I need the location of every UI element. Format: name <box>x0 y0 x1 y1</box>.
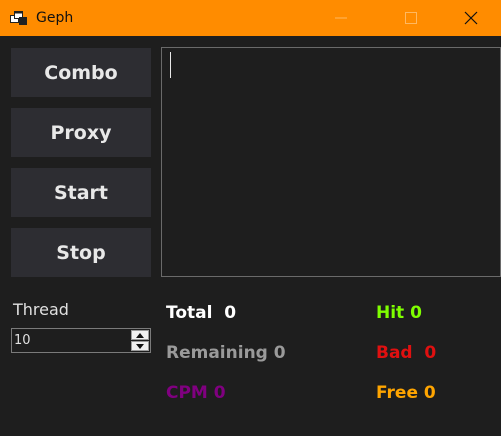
title-bar[interactable]: Geph <box>0 0 501 36</box>
thread-input[interactable] <box>14 331 128 350</box>
thread-decrement-button[interactable] <box>131 341 149 351</box>
minimize-button[interactable] <box>318 0 364 36</box>
free-count: Free 0 <box>376 383 436 403</box>
thread-increment-button[interactable] <box>131 330 149 340</box>
text-caret <box>170 52 171 78</box>
close-button[interactable] <box>448 0 494 36</box>
stop-button[interactable]: Stop <box>11 228 151 277</box>
total-count: Total 0 <box>166 303 237 323</box>
minimize-icon <box>335 17 347 19</box>
cpm-count: CPM 0 <box>166 383 226 403</box>
proxy-button[interactable]: Proxy <box>11 108 151 157</box>
hit-count: Hit 0 <box>376 303 422 323</box>
combo-button[interactable]: Combo <box>11 48 151 97</box>
main-window: Geph Combo Proxy Start Stop Thread 10 To… <box>0 0 501 436</box>
maximize-button[interactable] <box>388 0 434 36</box>
close-icon <box>464 11 478 25</box>
maximize-icon <box>405 12 417 24</box>
window-title: Geph <box>36 10 74 26</box>
thread-label: Thread <box>13 300 69 319</box>
log-textarea[interactable] <box>161 47 501 277</box>
start-button[interactable]: Start <box>11 168 151 217</box>
app-window-icon <box>10 10 28 26</box>
thread-stepper[interactable] <box>11 328 151 353</box>
bad-count: Bad 0 <box>376 343 437 363</box>
arrow-up-icon <box>136 333 144 338</box>
remaining-count: Remaining 0 <box>166 343 286 363</box>
arrow-down-icon <box>136 344 144 349</box>
